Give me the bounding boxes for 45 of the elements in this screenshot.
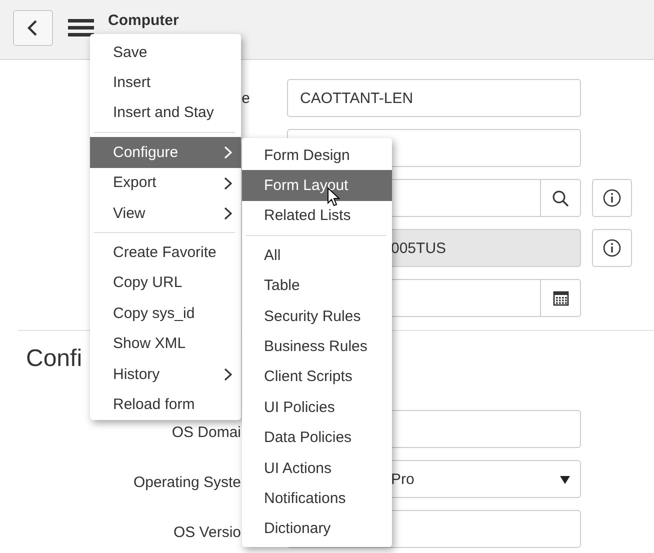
menu-item[interactable]: Security Rules: [242, 300, 392, 332]
menu-item[interactable]: Insert and Stay: [90, 98, 241, 128]
record-title: Computer: [108, 12, 179, 29]
menu-item[interactable]: Form Design: [242, 140, 392, 170]
info-icon: [603, 189, 621, 207]
menu-item[interactable]: Table: [242, 270, 392, 301]
menu-item[interactable]: Export: [90, 168, 241, 198]
text-field[interactable]: CAOTTANT-LEN: [287, 79, 581, 117]
menu-item[interactable]: Business Rules: [242, 331, 392, 362]
menu-item[interactable]: Configure: [90, 137, 241, 168]
info-button[interactable]: [592, 179, 632, 217]
field-label: e: [242, 90, 250, 106]
menu-item[interactable]: Related Lists: [242, 200, 392, 232]
menu-item[interactable]: Reload form: [90, 389, 241, 420]
menu-icon[interactable]: [68, 18, 94, 36]
field-label: OS Domai: [172, 424, 241, 440]
info-icon: [603, 239, 621, 257]
field-label: OS Versio: [173, 524, 241, 540]
menu-item[interactable]: Insert: [90, 67, 241, 98]
search-button[interactable]: [541, 179, 581, 217]
menu-item[interactable]: Create Favorite: [90, 237, 241, 268]
field-label: Operating Syste: [133, 474, 241, 490]
menu-item[interactable]: Form Layout: [242, 170, 392, 201]
chevron-right-icon: [224, 176, 232, 190]
menu-item[interactable]: Show XML: [90, 328, 241, 359]
caret-icon: [560, 476, 570, 484]
menu-item[interactable]: View: [90, 198, 241, 228]
menu-item[interactable]: Client Scripts: [242, 362, 392, 392]
menu-item[interactable]: Copy URL: [90, 268, 241, 298]
calendar-icon: [552, 290, 568, 306]
chevron-left-icon: [26, 18, 40, 38]
menu-item[interactable]: UI Policies: [242, 392, 392, 423]
chevron-right-icon: [224, 206, 232, 220]
menu-item[interactable]: Copy sys_id: [90, 298, 241, 329]
calendar-button[interactable]: [541, 279, 581, 317]
section-title: Confi: [26, 345, 82, 373]
back-button[interactable]: [13, 10, 53, 46]
menu-item[interactable]: History: [90, 358, 241, 390]
menu-item[interactable]: Dictionary: [242, 514, 392, 544]
chevron-right-icon: [224, 368, 232, 381]
search-icon: [552, 190, 569, 206]
info-button[interactable]: [592, 229, 632, 267]
menu-item[interactable]: Save: [90, 37, 241, 68]
menu-item[interactable]: Data Policies: [242, 422, 392, 453]
chevron-right-icon: [224, 146, 232, 160]
